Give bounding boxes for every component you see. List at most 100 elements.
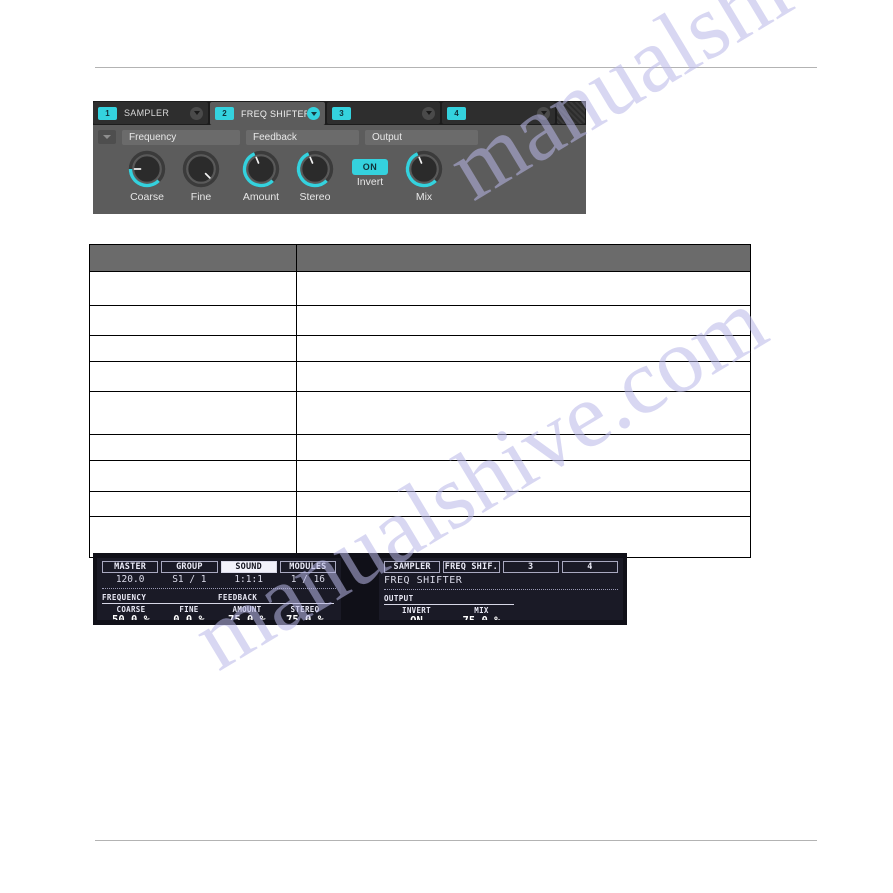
chevron-down-icon-1[interactable] (190, 106, 203, 120)
left-display-tab-row: MASTER GROUP SOUND MODULES (102, 561, 336, 573)
knob-mix[interactable]: Mix (396, 148, 452, 203)
knob-stereo[interactable]: Stereo (287, 148, 343, 203)
right-display-group-params: INVERTONMIX75.0 % (384, 606, 514, 620)
left-display-group-params: COARSE 50.0 % FINE 0.0 % (102, 605, 218, 620)
slot-number-badge-1: 1 (98, 106, 117, 120)
knob-dial-stereo[interactable] (292, 148, 338, 190)
left-display-value-3: 1:1:1 (234, 574, 263, 585)
left-display-param-fine[interactable]: FINE 0.0 % (160, 605, 218, 620)
plugin-slot-tab-4[interactable]: 4 (442, 102, 555, 124)
left-display-param-amount[interactable]: AMOUNT 75.0 % (218, 605, 276, 620)
left-display-param-stereo[interactable]: STEREO 75.0 % (276, 605, 334, 620)
table-row (89, 434, 751, 461)
table-body (89, 271, 751, 558)
table-cell-name (89, 491, 297, 517)
control-label-coarse: Coarse (130, 191, 164, 203)
knob-row: Coarse Fine Amount Stereo ON Invert Mix (93, 148, 586, 208)
knob-coarse[interactable]: Coarse (119, 148, 175, 203)
left-display-tab-4[interactable]: MODULES (279, 561, 336, 573)
left-display-param-value: 75.0 % (228, 614, 266, 620)
section-header-output: Output (365, 129, 478, 145)
knob-fine[interactable]: Fine (173, 148, 229, 203)
knob-dial-coarse[interactable] (124, 148, 170, 190)
table-cell-description (296, 271, 751, 306)
left-display-param-name: AMOUNT (232, 605, 262, 614)
table-header-cell-name (89, 244, 297, 272)
table-cell-description (296, 361, 751, 392)
table-header-row (89, 244, 751, 272)
right-display-param-mix[interactable]: MIX75.0 % (449, 606, 514, 620)
plugin-slot-tab-1[interactable]: 1 SAMPLER (93, 102, 208, 124)
plugin-slot-tab-3[interactable]: 3 (327, 102, 440, 124)
left-display-screen: MASTER GROUP SOUND MODULES 120.0 S1 / 1 1:1:1… (97, 558, 341, 620)
parameter-section-headers: Frequency Feedback Output (93, 128, 586, 146)
left-display-param-value: 75.0 % (286, 614, 324, 620)
right-display-tab-4[interactable]: 4 (561, 561, 618, 573)
left-display-param-coarse[interactable]: COARSE 50.0 % (102, 605, 160, 620)
collapse-chevron-icon[interactable] (98, 130, 116, 144)
right-display-group-output: OUTPUTINVERTONMIX75.0 % (384, 594, 514, 620)
table-cell-name (89, 434, 297, 461)
table-cell-name (89, 391, 297, 435)
left-display-group-title: FREQUENCY (102, 593, 218, 604)
slot-number-badge-2: 2 (215, 107, 234, 120)
control-label-stereo: Stereo (299, 191, 331, 203)
table-row (89, 460, 751, 492)
right-display-module-name: FREQ SHIFTER (384, 574, 618, 590)
knob-dial-mix[interactable] (401, 148, 447, 190)
table-cell-description (296, 335, 751, 362)
left-display-tab-1[interactable]: MASTER (102, 561, 159, 573)
knob-dial-amount[interactable] (238, 148, 284, 190)
left-display-param-value: 0.0 % (173, 614, 205, 620)
slot-label-2: FREQ SHIFTER (241, 108, 307, 119)
table-row (89, 305, 751, 336)
chevron-down-icon-2[interactable] (307, 107, 320, 120)
table-row (89, 391, 751, 435)
left-display-group-feedback: FEEDBACK AMOUNT 75.0 % STEREO 75.0 % (218, 593, 334, 620)
knob-dial-fine[interactable] (178, 148, 224, 190)
table-cell-name (89, 516, 297, 558)
left-display-group-params: AMOUNT 75.0 % STEREO 75.0 % (218, 605, 334, 620)
right-display-param-value: 75.0 % (449, 615, 514, 620)
right-display-tab-1[interactable]: SAMPLER (384, 561, 441, 573)
toggle-invert[interactable]: ON Invert (342, 148, 398, 188)
invert-on-button[interactable]: ON (352, 159, 388, 175)
table-row (89, 491, 751, 517)
right-display-param-invert[interactable]: INVERTON (384, 606, 449, 620)
left-display-value-row: 120.0 S1 / 1 1:1:1 1 / 16 (102, 574, 336, 589)
control-label-amount: Amount (242, 191, 280, 203)
table-cell-name (89, 335, 297, 362)
table-cell-name (89, 460, 297, 492)
table-cell-description (296, 491, 751, 517)
left-display-parameter-groups: FREQUENCY COARSE 50.0 % FINE 0.0 % FEEDBACK AM… (102, 593, 336, 620)
table-cell-description (296, 434, 751, 461)
page-footer-rule (95, 840, 817, 841)
table-head (89, 244, 751, 272)
parameter-description-table (89, 244, 751, 558)
table-cell-description (296, 460, 751, 492)
left-display-tab-3[interactable]: SOUND (220, 561, 277, 573)
right-display-group-title: OUTPUT (384, 594, 514, 605)
left-display-group-title: FEEDBACK (218, 593, 334, 604)
right-display-tab-2[interactable]: FREQ SHIF. (443, 561, 500, 573)
left-display-tab-2[interactable]: GROUP (161, 561, 218, 573)
right-display-tab-3[interactable]: 3 (502, 561, 559, 573)
table-header-cell-description (296, 244, 751, 272)
right-display-tab-row: SAMPLER FREQ SHIF. 3 4 (384, 561, 618, 573)
page-header-rule (95, 67, 817, 68)
table-row (89, 271, 751, 306)
right-display-param-name: MIX (474, 606, 489, 615)
plugin-strip: 1 SAMPLER 2 FREQ SHIFTER 3 4 Frequency F… (93, 101, 586, 214)
table-row (89, 335, 751, 362)
slot-label-1: SAMPLER (124, 108, 170, 118)
right-display-screen: SAMPLER FREQ SHIF. 3 4 FREQ SHIFTER OUTPUT I… (379, 558, 623, 620)
knob-amount[interactable]: Amount (233, 148, 289, 203)
chevron-down-icon-4[interactable] (537, 106, 550, 120)
table-cell-name (89, 361, 297, 392)
plugin-slot-tab-2[interactable]: 2 FREQ SHIFTER (210, 102, 325, 125)
right-display-param-name: INVERT (402, 606, 431, 615)
control-label-invert: Invert (356, 176, 384, 188)
left-display-value-4: 1 / 16 (290, 574, 326, 585)
chevron-down-icon-3[interactable] (422, 106, 435, 120)
left-display-param-value: 50.0 % (112, 614, 150, 620)
